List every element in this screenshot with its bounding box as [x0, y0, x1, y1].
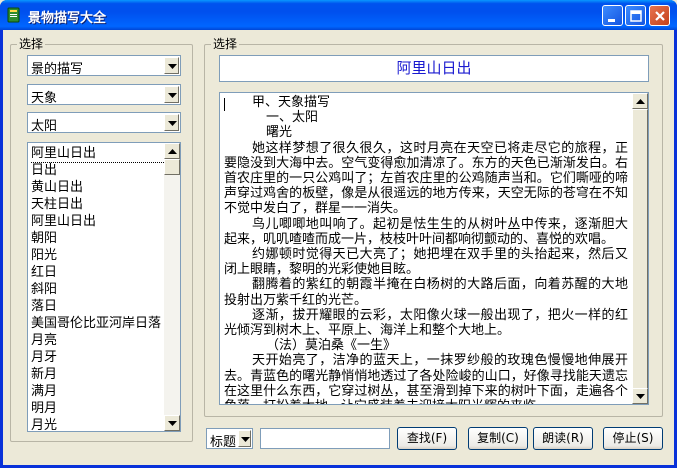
list-item[interactable]: 阿里山日出 — [31, 145, 165, 163]
article-title-field: 阿里山日出 — [219, 55, 649, 82]
list-item[interactable]: 满月 — [31, 383, 165, 400]
chevron-down-icon — [241, 437, 250, 442]
search-field-combo[interactable]: 标题 — [206, 428, 253, 450]
list-item[interactable]: 斜阳 — [31, 281, 165, 298]
article-paragraph: 甲、天象描写 — [252, 95, 331, 110]
subcategory-dropdown-button[interactable] — [164, 86, 179, 103]
chevron-up-icon — [636, 99, 645, 104]
article-paragraph: 一、太阳 — [266, 110, 319, 126]
list-scrollbar[interactable] — [164, 143, 180, 431]
chevron-down-icon — [168, 93, 177, 98]
article-paragraph: （法）莫泊桑《一生》 — [266, 338, 397, 354]
copy-button[interactable]: 复制(C) — [468, 427, 528, 450]
list-item[interactable]: 月光 — [31, 417, 165, 431]
topic-dropdown-button[interactable] — [164, 114, 179, 131]
list-item[interactable]: 月牙 — [31, 349, 165, 366]
list-scroll-thumb[interactable] — [164, 159, 180, 175]
read-aloud-button[interactable]: 朗读(R) — [533, 427, 593, 450]
chevron-down-icon — [168, 64, 177, 69]
maximize-button[interactable] — [625, 5, 646, 26]
list-scroll-up-button[interactable] — [164, 143, 180, 159]
list-item[interactable]: 美国哥伦比亚河岸日落 — [31, 315, 165, 332]
list-item[interactable]: 月亮 — [31, 332, 165, 349]
search-field-dropdown-button[interactable] — [238, 430, 251, 447]
text-scroll-thumb[interactable] — [632, 109, 648, 399]
subcategory-value: 天象 — [31, 91, 58, 106]
text-caret — [224, 98, 225, 111]
text-scroll-down-button[interactable] — [632, 388, 648, 404]
text-scroll-up-button[interactable] — [632, 93, 648, 109]
topic-value: 太阳 — [31, 119, 58, 134]
right-group-label: 选择 — [211, 37, 240, 51]
search-field-value: 标题 — [210, 435, 237, 450]
article-paragraph: 逐渐，拔开耀眼的云彩，太阳像火球一般出现了，把火一样的红光倾泻到树木上、平原上、… — [224, 307, 628, 339]
category-value: 景的描写 — [31, 62, 84, 77]
minimize-button[interactable] — [602, 5, 623, 26]
list-item[interactable]: 新月 — [31, 366, 165, 383]
close-icon — [655, 11, 665, 21]
search-input[interactable] — [260, 428, 390, 449]
book-icon — [6, 7, 22, 23]
list-item[interactable]: 明月 — [31, 400, 165, 417]
chevron-down-icon — [636, 394, 645, 399]
minimize-icon — [608, 19, 615, 22]
category-combo[interactable]: 景的描写 — [27, 55, 181, 77]
entry-list: 阿里山日出 日出 黄山日出 天柱日出 阿里山日出 朝阳 阳光 红日 斜阳 落日 美国哥伦比亚河岸日落… — [31, 145, 165, 431]
topic-combo[interactable]: 太阳 — [27, 112, 181, 134]
list-item[interactable]: 阿里山日出 — [31, 213, 165, 230]
article-text-area[interactable]: 甲、天象描写 一、太阳 曙光 她这样梦想了很久很久，这时月亮在天空已将走尽它的旅程，正… — [219, 92, 649, 405]
maximize-icon — [630, 10, 642, 22]
list-item[interactable]: 日出 — [31, 162, 165, 179]
article-paragraph: 鸟儿唧唧地叫响了。起初是怯生生的从树叶丛中传来，逐渐胆大起来，叽叽喳喳而成一片，… — [224, 216, 628, 247]
subcategory-combo[interactable]: 天象 — [27, 84, 181, 106]
title-bar[interactable]: 景物描写大全 — [0, 0, 677, 30]
article-paragraph: 翻腾着的紫红的朝霞半掩在白杨树的大路后面，向着苏醒的大地投射出万紫千红的光芒。 — [224, 277, 628, 308]
article-text: 甲、天象描写 一、太阳 曙光 她这样梦想了很久很久，这时月亮在天空已将走尽它的旅程，正… — [224, 95, 628, 404]
article-paragraph: 她这样梦想了很久很久，这时月亮在天空已将走尽它的旅程，正要隐没到大海中去。空气变… — [224, 140, 628, 217]
entry-listbox[interactable]: 阿里山日出 日出 黄山日出 天柱日出 阿里山日出 朝阳 阳光 红日 斜阳 落日 美国哥伦比亚河岸日落… — [27, 142, 181, 432]
list-scroll-down-button[interactable] — [164, 415, 180, 431]
search-button[interactable]: 查找(F) — [397, 427, 457, 450]
article-paragraph: 天开始亮了，洁净的蓝天上，一抹罗纱般的玫瑰色慢慢地伸展开去。青蓝色的曙光静悄悄地… — [224, 353, 628, 404]
list-item[interactable]: 黄山日出 — [31, 179, 165, 196]
left-group-label: 选择 — [17, 37, 46, 51]
close-button[interactable] — [649, 5, 670, 26]
list-item[interactable]: 朝阳 — [31, 230, 165, 247]
app-window: 景物描写大全 选择 景的描写 天象 太阳 阿里山日出 日出 黄山日出 天柱日出 阿里山日… — [0, 0, 677, 468]
list-item[interactable]: 天柱日出 — [31, 196, 165, 213]
chevron-down-icon — [168, 121, 177, 126]
stop-button[interactable]: 停止(S) — [603, 427, 663, 450]
article-paragraph: 约娜顿时觉得天已大亮了；她把埋在双手里的头抬起来，然后又闭上眼睛，黎明的光彩使她… — [224, 247, 628, 278]
list-item[interactable]: 落日 — [31, 298, 165, 315]
list-item[interactable]: 阳光 — [31, 247, 165, 264]
article-paragraph: 曙光 — [266, 125, 293, 141]
window-title: 景物描写大全 — [28, 11, 107, 26]
category-dropdown-button[interactable] — [164, 57, 179, 74]
text-scrollbar[interactable] — [632, 93, 648, 404]
chevron-up-icon — [168, 149, 177, 154]
chevron-down-icon — [168, 421, 177, 426]
list-item[interactable]: 红日 — [31, 264, 165, 281]
